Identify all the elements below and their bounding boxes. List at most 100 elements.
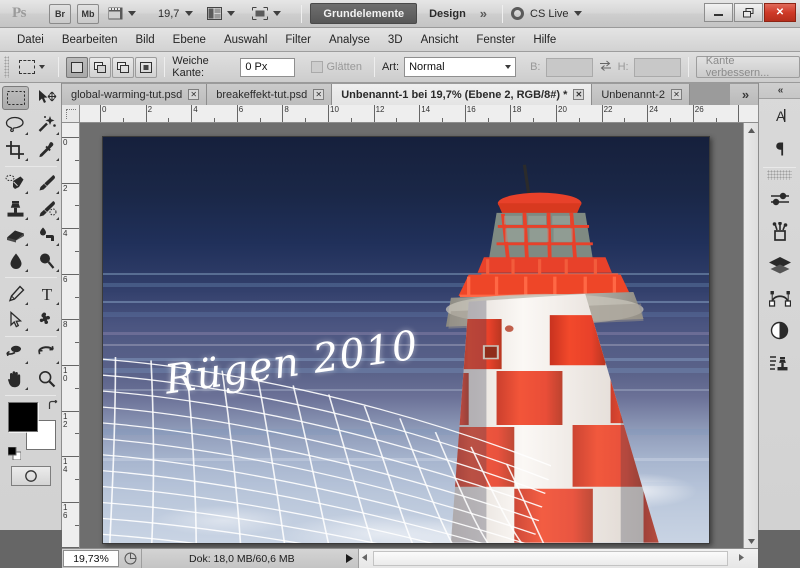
menu-item-analyse[interactable]: Analyse — [320, 29, 379, 51]
menu-item-fenster[interactable]: Fenster — [467, 29, 524, 51]
tool-lasso[interactable] — [0, 111, 31, 137]
arrange-documents-chevron-down-icon[interactable] — [227, 11, 236, 16]
panel-icon-paths[interactable] — [759, 281, 800, 314]
menu-item-3d[interactable]: 3D — [379, 29, 412, 51]
canvas-vertical-scrollbar[interactable] — [743, 123, 758, 548]
workspace-tab-design[interactable]: Design — [417, 8, 478, 20]
tool-blur[interactable] — [0, 248, 31, 274]
menu-item-bild[interactable]: Bild — [126, 29, 163, 51]
swap-colors-icon[interactable] — [48, 399, 59, 414]
workspace-tab-grundelemente[interactable]: Grundelemente — [310, 3, 418, 24]
document-tab-unbenannt-1[interactable]: Unbenannt-1 bei 19,7% (Ebene 2, RGB/8#) … — [332, 84, 593, 105]
menu-item-datei[interactable]: Datei — [8, 29, 53, 51]
canvas-horizontal-scrollbar[interactable] — [357, 549, 758, 568]
document-canvas[interactable]: Rügen 2010 — [102, 136, 710, 544]
scrollbar-thumb[interactable] — [372, 551, 728, 566]
tool-3d-orbit[interactable] — [31, 340, 62, 366]
close-icon[interactable]: ✕ — [188, 89, 200, 100]
workspace-overflow-chevron-icon[interactable]: » — [478, 6, 494, 21]
close-icon[interactable]: ✕ — [573, 89, 585, 100]
view-extras-control[interactable] — [106, 6, 144, 22]
scroll-up-arrow-icon[interactable] — [747, 123, 755, 137]
cs-live-button[interactable]: CS Live — [511, 7, 582, 20]
new-selection-button[interactable] — [66, 56, 89, 78]
screen-mode-control[interactable] — [251, 6, 289, 22]
foreground-color-swatch[interactable] — [8, 402, 38, 432]
scrollbar-track[interactable] — [744, 137, 758, 534]
scroll-left-arrow-icon[interactable] — [359, 554, 367, 563]
scroll-right-arrow-icon[interactable] — [739, 554, 744, 563]
document-tab-global-warming[interactable]: global-warming-tut.psd ✕ — [62, 84, 208, 105]
proxy-preview-icon[interactable] — [119, 549, 141, 568]
tool-history-brush[interactable] — [31, 196, 62, 222]
document-tab-breakeffekt[interactable]: breakeffekt-tut.psd ✕ — [207, 84, 333, 105]
menu-item-hilfe[interactable]: Hilfe — [524, 29, 565, 51]
tool-hand[interactable] — [0, 366, 31, 392]
panel-icon-layers[interactable] — [759, 248, 800, 281]
restore-button[interactable] — [734, 3, 763, 22]
subtract-from-selection-button[interactable] — [112, 56, 135, 78]
zoom-level-chevron-down-icon[interactable] — [185, 11, 194, 16]
tool-3d-rotate[interactable] — [0, 340, 31, 366]
tool-rectangular-marquee[interactable] — [0, 85, 31, 111]
tool-zoom[interactable] — [31, 366, 62, 392]
launch-bridge-button[interactable]: Br — [49, 3, 71, 24]
tool-eraser[interactable] — [0, 222, 31, 248]
cs-live-chevron-down-icon[interactable] — [573, 11, 582, 16]
menu-item-bearbeiten[interactable]: Bearbeiten — [53, 29, 127, 51]
ruler-corner[interactable] — [62, 105, 80, 123]
tool-gradient[interactable] — [31, 222, 62, 248]
tool-preset-chevron-down-icon[interactable] — [39, 65, 46, 69]
panel-icon-history[interactable] — [759, 347, 800, 380]
collapse-to-icons-icon[interactable]: « — [759, 83, 800, 99]
quick-mask-button[interactable] — [11, 466, 51, 486]
document-tab-unbenannt-2[interactable]: Unbenannt-2 ✕ — [592, 84, 690, 105]
height-input[interactable] — [633, 57, 681, 77]
scroll-down-arrow-icon[interactable] — [747, 534, 755, 548]
panel-icon-character[interactable]: A — [759, 99, 800, 132]
current-tool-preset-picker[interactable] — [15, 55, 49, 79]
screen-mode-chevron-down-icon[interactable] — [273, 11, 282, 16]
menu-item-ebene[interactable]: Ebene — [164, 29, 215, 51]
panel-icon-adjustments[interactable] — [759, 182, 800, 215]
panel-icon-paragraph[interactable] — [759, 132, 800, 165]
status-expand-icon[interactable] — [342, 549, 358, 568]
close-icon[interactable]: ✕ — [313, 89, 325, 100]
panel-icon-channels[interactable] — [759, 314, 800, 347]
tool-type[interactable]: T — [31, 281, 62, 307]
tool-dodge[interactable] — [31, 248, 62, 274]
tool-eyedropper[interactable] — [31, 137, 62, 163]
tool-crop[interactable] — [0, 137, 31, 163]
style-select[interactable]: Normal — [404, 57, 517, 77]
default-colors-icon[interactable] — [7, 446, 22, 461]
antialias-checkbox[interactable] — [310, 61, 323, 73]
refine-edge-button[interactable]: Kante verbessern... — [695, 55, 800, 79]
options-bar-grip[interactable] — [4, 56, 10, 78]
antialias-control[interactable]: Glätten — [310, 61, 367, 73]
tool-clone-stamp[interactable] — [0, 196, 31, 222]
intersect-with-selection-button[interactable] — [135, 56, 158, 78]
vertical-ruler[interactable]: 0 2 4 6 8 10 12 14 16 — [62, 123, 80, 548]
width-input[interactable] — [545, 57, 593, 77]
zoom-percentage-field[interactable]: 19,73% — [63, 550, 119, 567]
tool-custom-shape[interactable] — [31, 307, 62, 333]
panel-icon-masks[interactable] — [759, 215, 800, 248]
swap-dimensions-icon[interactable] — [599, 60, 612, 74]
view-extras-chevron-down-icon[interactable] — [128, 11, 136, 16]
menu-item-filter[interactable]: Filter — [276, 29, 320, 51]
style-chevron-down-icon[interactable] — [505, 65, 512, 69]
arrange-documents-control[interactable] — [205, 6, 243, 22]
tool-path-selection[interactable] — [0, 307, 31, 333]
feather-input[interactable]: 0 Px — [240, 57, 295, 77]
zoom-level-value[interactable]: 19,7 — [158, 8, 179, 20]
canvas-viewport[interactable]: Rügen 2010 — [80, 123, 743, 548]
tool-pen[interactable] — [0, 281, 31, 307]
add-to-selection-button[interactable] — [89, 56, 112, 78]
minimize-button[interactable] — [704, 3, 733, 22]
menu-item-auswahl[interactable]: Auswahl — [215, 29, 276, 51]
dock-grip[interactable] — [767, 170, 792, 180]
close-button[interactable]: ✕ — [764, 3, 796, 22]
menu-item-ansicht[interactable]: Ansicht — [412, 29, 468, 51]
tool-spot-healing-brush[interactable] — [0, 170, 31, 196]
tool-brush[interactable] — [31, 170, 62, 196]
